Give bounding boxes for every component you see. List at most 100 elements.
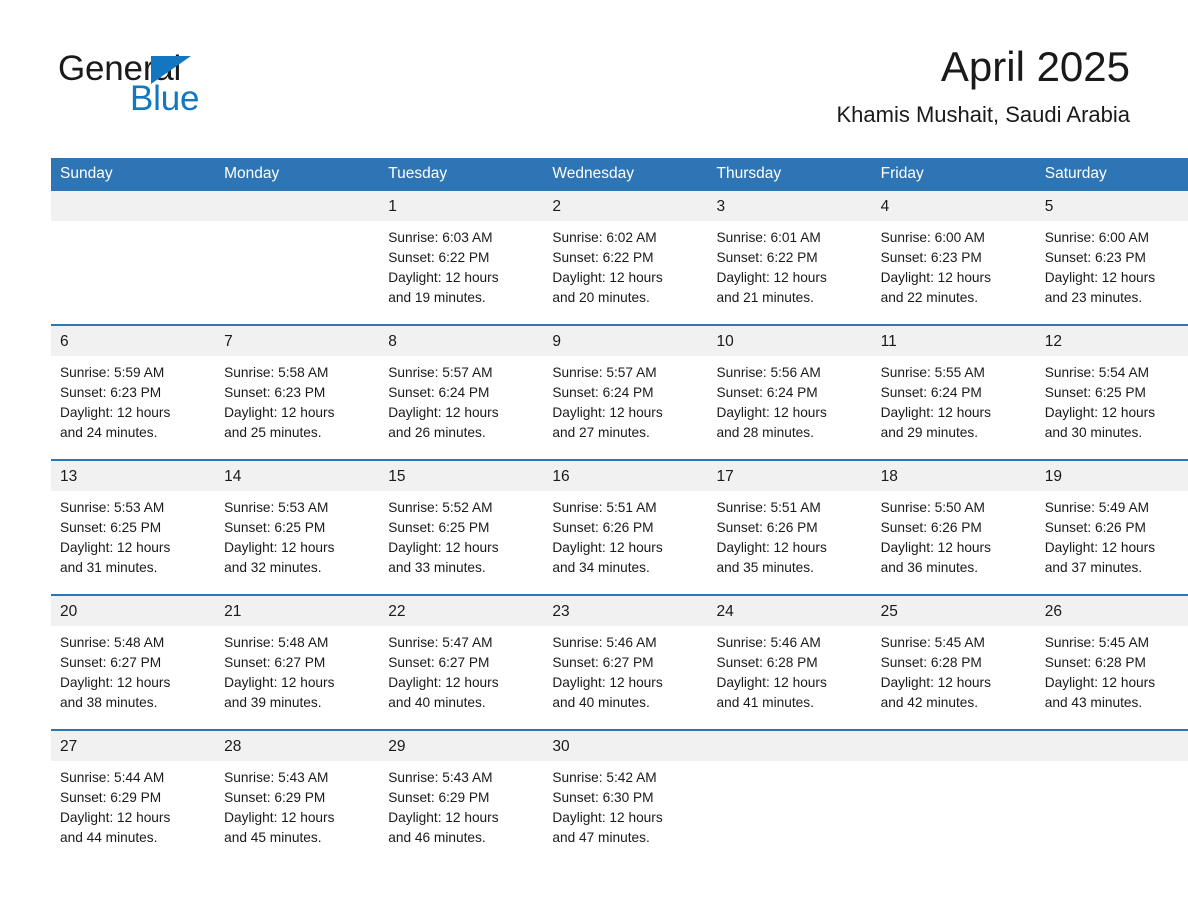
calendar-day-cell[interactable]: 7 Sunrise: 5:58 AM Sunset: 6:23 PM Daylig… [215,324,380,460]
day-sun-info: Sunrise: 5:48 AM Sunset: 6:27 PM Dayligh… [224,635,335,710]
calendar-day-cell[interactable]: 5 Sunrise: 6:00 AM Sunset: 6:23 PM Daylig… [1035,191,1188,325]
calendar-day-cell[interactable]: 3 Sunrise: 6:01 AM Sunset: 6:22 PM Daylig… [707,191,872,325]
calendar-day-cell[interactable]: 20 Sunrise: 5:48 AM Sunset: 6:27 PM Dayli… [51,594,216,730]
calendar-week-row: 1 Sunrise: 6:03 AM Sunset: 6:22 PM Daylig… [51,191,1188,325]
day-sun-info: Sunrise: 5:47 AM Sunset: 6:27 PM Dayligh… [388,635,499,710]
calendar-day-cell[interactable]: 18 Sunrise: 5:50 AM Sunset: 6:26 PM Dayli… [871,459,1036,595]
calendar-day-cell[interactable]: 13 Sunrise: 5:53 AM Sunset: 6:25 PM Dayli… [51,459,216,595]
general-blue-logo: General Blue [58,50,278,120]
day-number: 19 [1035,461,1188,491]
day-number: 14 [215,461,380,491]
calendar-day-cell[interactable] [1035,729,1188,851]
day-sun-info: Sunrise: 5:53 AM Sunset: 6:25 PM Dayligh… [224,500,335,575]
calendar-day-cell[interactable]: 12 Sunrise: 5:54 AM Sunset: 6:25 PM Dayli… [1035,324,1188,460]
calendar-day-cell[interactable]: 28 Sunrise: 5:43 AM Sunset: 6:29 PM Dayli… [215,729,380,851]
day-sun-info: Sunrise: 6:01 AM Sunset: 6:22 PM Dayligh… [716,230,827,305]
day-number: 27 [51,731,216,761]
calendar-day-cell[interactable] [707,729,872,851]
day-number: 11 [871,326,1036,356]
calendar-week-row: 13 Sunrise: 5:53 AM Sunset: 6:25 PM Dayli… [51,459,1188,595]
calendar-day-cell[interactable]: 8 Sunrise: 5:57 AM Sunset: 6:24 PM Daylig… [379,324,544,460]
calendar-day-cell[interactable]: 23 Sunrise: 5:46 AM Sunset: 6:27 PM Dayli… [543,594,708,730]
day-sun-info: Sunrise: 5:49 AM Sunset: 6:26 PM Dayligh… [1044,500,1156,575]
calendar-day-cell[interactable]: 19 Sunrise: 5:49 AM Sunset: 6:26 PM Dayli… [1035,459,1188,595]
calendar-week-row: 6 Sunrise: 5:59 AM Sunset: 6:23 PM Daylig… [51,324,1188,460]
day-sun-info: Sunrise: 5:51 AM Sunset: 6:26 PM Dayligh… [716,500,827,575]
day-number: 17 [707,461,872,491]
weekday-header-saturday: Saturday [1035,158,1188,191]
weekday-header-tuesday: Tuesday [379,158,544,191]
day-sun-info: Sunrise: 6:00 AM Sunset: 6:23 PM Dayligh… [880,230,991,305]
day-sun-info: Sunrise: 5:46 AM Sunset: 6:27 PM Dayligh… [552,635,663,710]
day-number: 29 [379,731,544,761]
calendar-day-cell[interactable]: 17 Sunrise: 5:51 AM Sunset: 6:26 PM Dayli… [707,459,872,595]
day-number [707,731,872,761]
weekday-header-wednesday: Wednesday [543,158,708,191]
day-sun-info: Sunrise: 5:56 AM Sunset: 6:24 PM Dayligh… [716,365,827,440]
day-sun-info: Sunrise: 5:45 AM Sunset: 6:28 PM Dayligh… [880,635,991,710]
logo-text-blue: Blue [130,79,200,118]
day-sun-info: Sunrise: 5:43 AM Sunset: 6:29 PM Dayligh… [388,770,499,845]
calendar-day-cell[interactable] [871,729,1036,851]
day-number: 16 [543,461,708,491]
calendar-day-cell[interactable]: 4 Sunrise: 6:00 AM Sunset: 6:23 PM Daylig… [871,191,1036,325]
calendar-day-cell[interactable] [51,191,216,325]
day-number: 5 [1035,191,1188,221]
calendar-header-row: Sunday Monday Tuesday Wednesday Thursday… [51,158,1188,191]
day-number: 2 [543,191,708,221]
calendar-day-cell[interactable]: 11 Sunrise: 5:55 AM Sunset: 6:24 PM Dayli… [871,324,1036,460]
day-sun-info: Sunrise: 5:51 AM Sunset: 6:26 PM Dayligh… [552,500,663,575]
calendar-day-cell[interactable]: 26 Sunrise: 5:45 AM Sunset: 6:28 PM Dayli… [1035,594,1188,730]
day-sun-info: Sunrise: 5:43 AM Sunset: 6:29 PM Dayligh… [224,770,335,845]
day-sun-info: Sunrise: 5:48 AM Sunset: 6:27 PM Dayligh… [60,635,171,710]
day-sun-info: Sunrise: 5:50 AM Sunset: 6:26 PM Dayligh… [880,500,991,575]
calendar-day-cell[interactable]: 22 Sunrise: 5:47 AM Sunset: 6:27 PM Dayli… [379,594,544,730]
weekday-header-sunday: Sunday [51,158,216,191]
page-title: April 2025 [940,43,1130,90]
calendar-day-cell[interactable]: 16 Sunrise: 5:51 AM Sunset: 6:26 PM Dayli… [543,459,708,595]
calendar-day-cell[interactable]: 9 Sunrise: 5:57 AM Sunset: 6:24 PM Daylig… [543,324,708,460]
day-number: 13 [51,461,216,491]
day-sun-info: Sunrise: 5:52 AM Sunset: 6:25 PM Dayligh… [388,500,499,575]
calendar-day-cell[interactable]: 21 Sunrise: 5:48 AM Sunset: 6:27 PM Dayli… [215,594,380,730]
calendar-day-cell[interactable]: 24 Sunrise: 5:46 AM Sunset: 6:28 PM Dayli… [707,594,872,730]
calendar-day-cell[interactable]: 29 Sunrise: 5:43 AM Sunset: 6:29 PM Dayli… [379,729,544,851]
calendar-day-cell[interactable]: 25 Sunrise: 5:45 AM Sunset: 6:28 PM Dayli… [871,594,1036,730]
weekday-header-friday: Friday [871,158,1036,191]
day-sun-info: Sunrise: 5:45 AM Sunset: 6:28 PM Dayligh… [1044,635,1156,710]
calendar-day-cell[interactable]: 10 Sunrise: 5:56 AM Sunset: 6:24 PM Dayli… [707,324,872,460]
calendar-day-cell[interactable]: 1 Sunrise: 6:03 AM Sunset: 6:22 PM Daylig… [379,191,544,325]
day-number [871,731,1036,761]
day-number [1035,731,1188,761]
sunrise-sunset-calendar: Sunday Monday Tuesday Wednesday Thursday… [51,158,1188,851]
calendar-day-cell[interactable] [215,191,380,325]
calendar-day-cell[interactable]: 6 Sunrise: 5:59 AM Sunset: 6:23 PM Daylig… [51,324,216,460]
calendar-day-cell[interactable]: 14 Sunrise: 5:53 AM Sunset: 6:25 PM Dayli… [215,459,380,595]
day-sun-info: Sunrise: 5:53 AM Sunset: 6:25 PM Dayligh… [60,500,171,575]
weekday-header-thursday: Thursday [707,158,872,191]
day-sun-info: Sunrise: 6:00 AM Sunset: 6:23 PM Dayligh… [1044,230,1156,305]
day-number: 21 [215,596,380,626]
day-sun-info: Sunrise: 5:42 AM Sunset: 6:30 PM Dayligh… [552,770,663,845]
day-number: 18 [871,461,1036,491]
calendar-week-row: 27 Sunrise: 5:44 AM Sunset: 6:29 PM Dayli… [51,729,1188,851]
day-number: 25 [871,596,1036,626]
calendar-day-cell[interactable]: 27 Sunrise: 5:44 AM Sunset: 6:29 PM Dayli… [51,729,216,851]
day-number [215,191,380,221]
calendar-day-cell[interactable]: 30 Sunrise: 5:42 AM Sunset: 6:30 PM Dayli… [543,729,708,851]
day-number: 9 [543,326,708,356]
calendar-day-cell[interactable]: 2 Sunrise: 6:02 AM Sunset: 6:22 PM Daylig… [543,191,708,325]
day-number: 28 [215,731,380,761]
day-number: 10 [707,326,872,356]
day-sun-info: Sunrise: 6:03 AM Sunset: 6:22 PM Dayligh… [388,230,499,305]
day-number: 4 [871,191,1036,221]
calendar-week-row: 20 Sunrise: 5:48 AM Sunset: 6:27 PM Dayli… [51,594,1188,730]
day-sun-info: Sunrise: 5:54 AM Sunset: 6:25 PM Dayligh… [1044,365,1156,440]
page-subtitle-location: Khamis Mushait, Saudi Arabia [836,102,1131,127]
title-block: April 2025 Khamis Mushait, Saudi Arabia [837,42,1131,130]
day-sun-info: Sunrise: 5:44 AM Sunset: 6:29 PM Dayligh… [60,770,171,845]
day-sun-info: Sunrise: 5:55 AM Sunset: 6:24 PM Dayligh… [880,365,991,440]
day-number [51,191,216,221]
day-number: 26 [1035,596,1188,626]
calendar-day-cell[interactable]: 15 Sunrise: 5:52 AM Sunset: 6:25 PM Dayli… [379,459,544,595]
